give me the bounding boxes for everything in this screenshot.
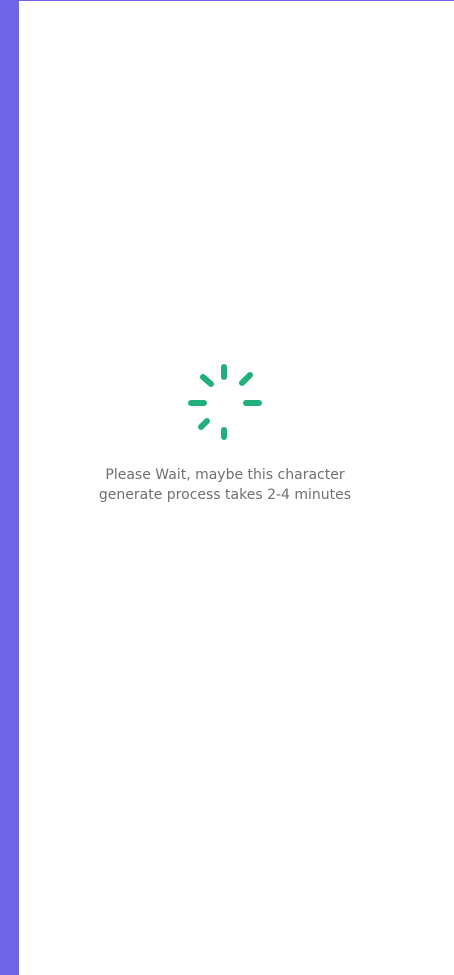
loading-message-line-1: Please Wait, maybe this character bbox=[105, 467, 345, 483]
loading-message: Please Wait, maybe this character genera… bbox=[0, 465, 450, 505]
spinner-icon bbox=[188, 364, 262, 440]
loading-screen: Please Wait, maybe this character genera… bbox=[0, 0, 454, 975]
spinner-spoke bbox=[200, 374, 214, 387]
spinner-spoke bbox=[239, 372, 253, 386]
spinner-spoke bbox=[198, 418, 210, 430]
loading-message-line-2: generate process takes 2-4 minutes bbox=[98, 487, 352, 503]
